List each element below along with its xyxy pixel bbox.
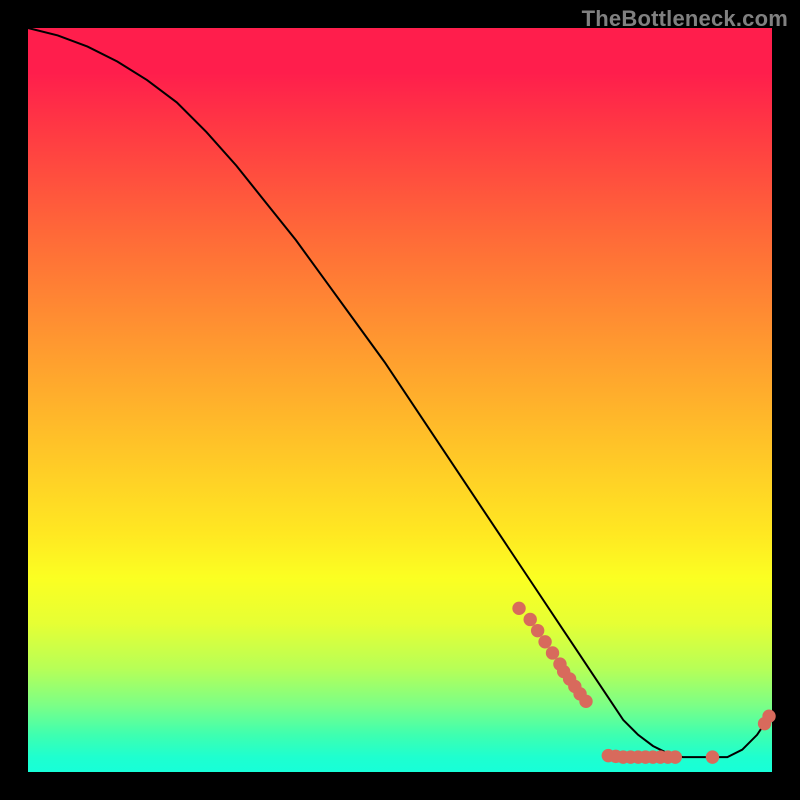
marker-point [706,750,719,763]
marker-point [512,602,525,615]
marker-point [669,750,682,763]
bottleneck-curve [28,28,772,757]
chart-frame: TheBottleneck.com [0,0,800,800]
plot-area [28,28,772,772]
marker-point [524,613,537,626]
marker-point [531,624,544,637]
marker-point [538,635,551,648]
chart-svg [28,28,772,772]
marker-point [546,646,559,659]
marker-point [762,710,775,723]
marker-point [579,695,592,708]
